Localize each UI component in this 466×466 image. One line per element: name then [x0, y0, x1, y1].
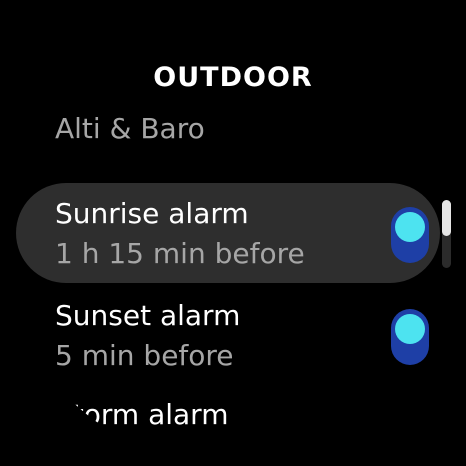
sunset-alarm-subtitle: 5 min before	[55, 339, 234, 372]
sunset-alarm-toggle[interactable]	[391, 309, 429, 365]
sunrise-alarm-row[interactable]: Sunrise alarm 1 h 15 min before	[0, 183, 466, 283]
toggle-knob	[395, 314, 425, 344]
sunset-alarm-title: Sunset alarm	[55, 299, 241, 332]
page-title: OUTDOOR	[153, 62, 313, 93]
menu-item-alti-baro[interactable]: Alti & Baro	[55, 112, 205, 145]
storm-alarm-title[interactable]: Storm alarm	[55, 398, 228, 431]
scrollbar-thumb[interactable]	[442, 200, 451, 236]
toggle-knob	[395, 212, 425, 242]
sunrise-alarm-title: Sunrise alarm	[55, 197, 249, 230]
sunrise-alarm-subtitle: 1 h 15 min before	[55, 237, 305, 270]
scrollbar[interactable]	[442, 200, 451, 268]
sunrise-alarm-toggle[interactable]	[391, 207, 429, 263]
sunset-alarm-row[interactable]: Sunset alarm 5 min before	[0, 285, 466, 385]
watch-screen: OUTDOOR Alti & Baro Sunrise alarm 1 h 15…	[0, 0, 466, 466]
